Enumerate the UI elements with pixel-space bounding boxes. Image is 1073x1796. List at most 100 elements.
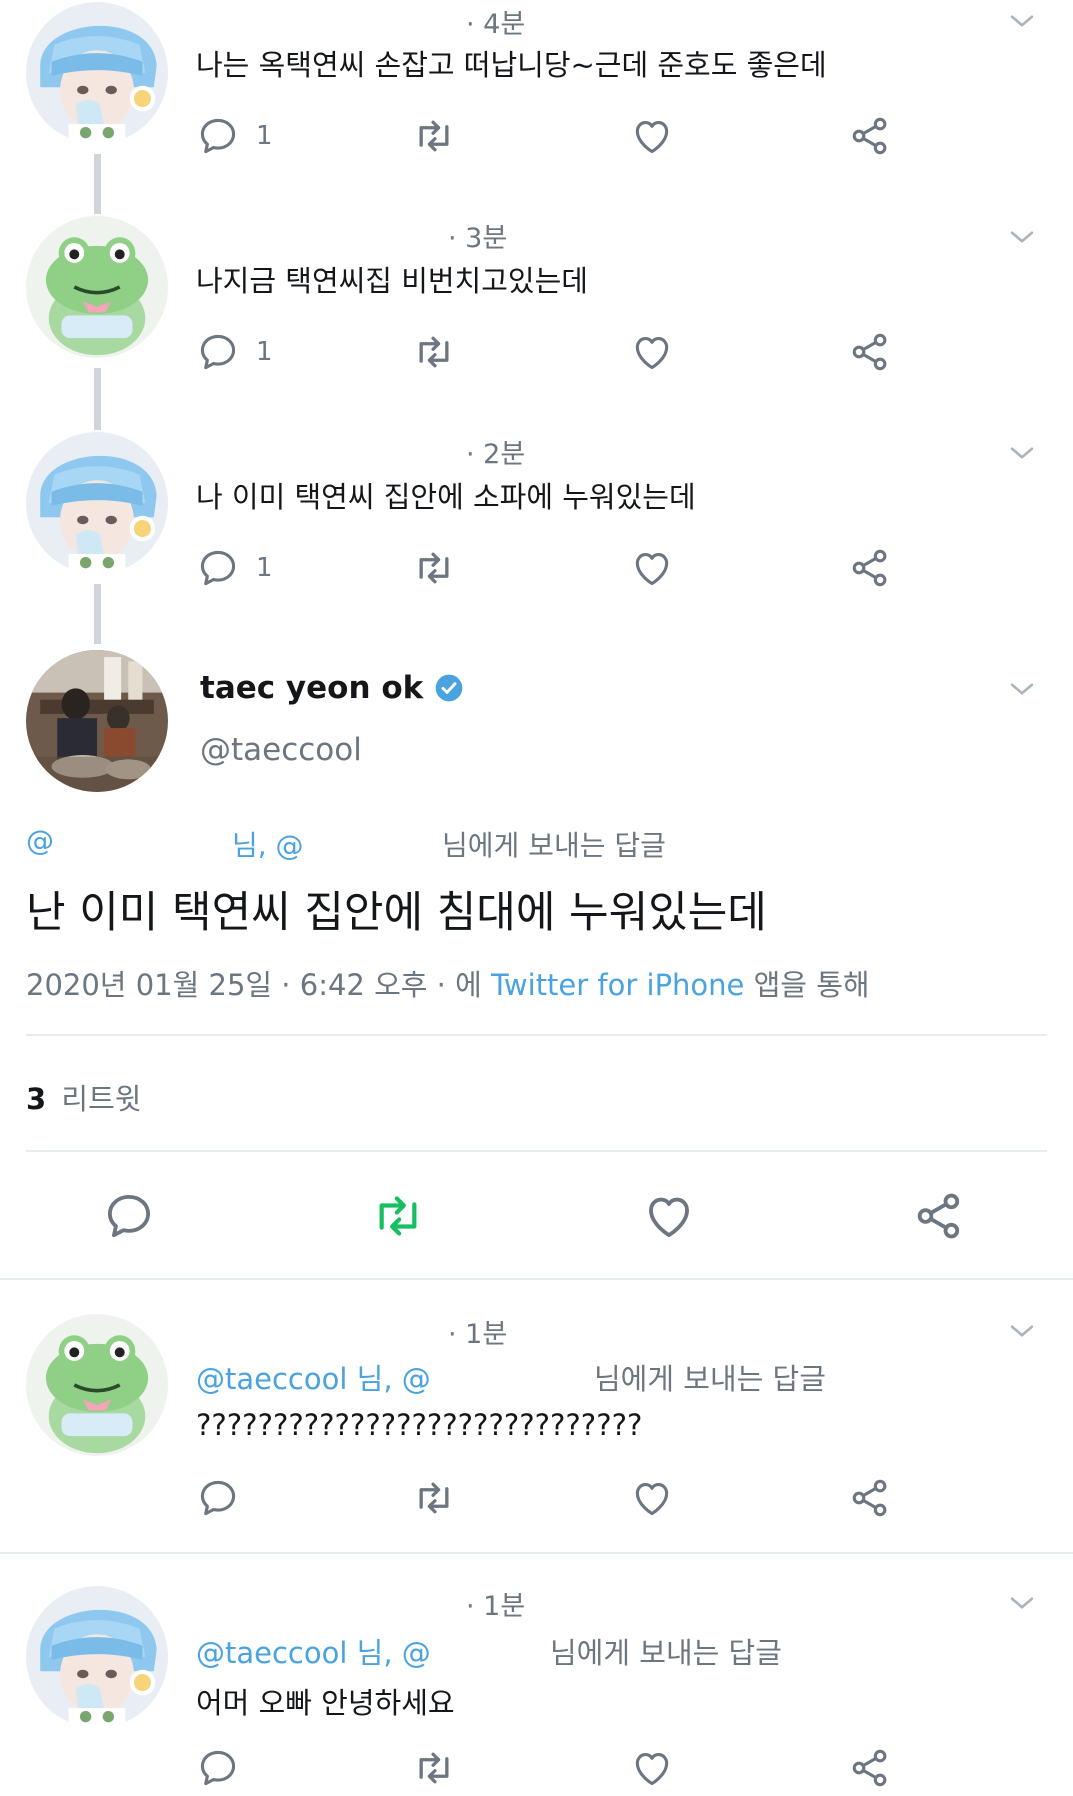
- share-icon: [912, 1189, 966, 1243]
- retweet-icon: [412, 1476, 456, 1520]
- like-button[interactable]: [630, 1740, 674, 1796]
- thread-line: [94, 368, 101, 430]
- like-button[interactable]: [630, 1470, 674, 1526]
- reply-button[interactable]: 1: [196, 540, 273, 596]
- action-row: 1: [196, 108, 916, 164]
- reply-button[interactable]: 1: [196, 108, 273, 164]
- reply-to-label: 님에게 보내는 답글: [442, 829, 666, 862]
- reply-to-line: @taeccool 님, @ 님에게 보내는 답글: [196, 1630, 1036, 1670]
- share-button[interactable]: [848, 108, 892, 164]
- retweet-button[interactable]: [412, 540, 456, 596]
- action-row: [196, 1740, 916, 1796]
- share-icon: [848, 330, 892, 374]
- client-suffix: 앱을 통해: [744, 968, 870, 1002]
- retweet-button[interactable]: [412, 1470, 456, 1526]
- avatar[interactable]: [26, 1586, 168, 1728]
- reply-to-mention[interactable]: @taeccool 님, @: [196, 1636, 431, 1670]
- tweet-time: · 3분: [448, 223, 508, 254]
- share-button[interactable]: [848, 540, 892, 596]
- tweet-time: · 1분: [466, 1591, 526, 1622]
- retweet-icon: [412, 114, 456, 158]
- verified-badge-icon: [435, 674, 463, 702]
- reply-button[interactable]: [196, 1740, 240, 1796]
- tweet-meta: 2020년 01월 25일 · 6:42 오후 · 에 Twitter for …: [26, 962, 870, 1004]
- share-button[interactable]: [848, 1740, 892, 1796]
- share-button[interactable]: [912, 1188, 966, 1244]
- avatar[interactable]: [26, 650, 168, 792]
- share-button[interactable]: [848, 324, 892, 380]
- chevron-down-icon[interactable]: [1005, 4, 1039, 38]
- action-row: 1: [196, 540, 916, 596]
- tweet-text: 나 이미 택연씨 집안에 소파에 누워있는데: [196, 480, 696, 514]
- tweet-text: 나는 옥택연씨 손잡고 떠납니당~근데 준호도 좋은데: [196, 48, 827, 82]
- reply-button[interactable]: [196, 1470, 240, 1526]
- retweet-stats[interactable]: 3 리트윗: [26, 1076, 141, 1118]
- display-name: taec yeon ok: [200, 670, 424, 706]
- reply-to-label: 님에게 보내는 답글: [550, 1636, 782, 1670]
- timestamp: 2020년 01월 25일 · 6:42 오후 · 에: [26, 968, 491, 1002]
- reply-button[interactable]: [102, 1188, 156, 1244]
- reply-count: 1: [256, 121, 273, 151]
- like-button[interactable]: [642, 1188, 696, 1244]
- heart-icon: [630, 1746, 674, 1790]
- share-icon: [848, 1476, 892, 1520]
- retweet-button[interactable]: [370, 1188, 426, 1244]
- reply-icon: [196, 114, 240, 158]
- retweet-count: 3: [26, 1082, 47, 1116]
- reply-button[interactable]: 1: [196, 324, 273, 380]
- retweet-icon: [412, 1746, 456, 1790]
- divider: [0, 1552, 1073, 1554]
- share-icon: [848, 114, 892, 158]
- like-button[interactable]: [630, 108, 674, 164]
- tweet-time: · 1분: [448, 1319, 508, 1350]
- reply-icon: [196, 1476, 240, 1520]
- chevron-down-icon[interactable]: [1005, 436, 1039, 470]
- share-icon: [848, 1746, 892, 1790]
- reply-to-line: @taeccool 님, @ 님에게 보내는 답글: [196, 1356, 1036, 1396]
- author-name-row[interactable]: taec yeon ok: [200, 670, 465, 706]
- main-tweet-text: 난 이미 택연씨 집안에 침대에 누워있는데: [26, 888, 767, 938]
- chevron-down-icon[interactable]: [1005, 1314, 1039, 1348]
- thread-line: [94, 154, 101, 214]
- divider: [26, 1150, 1047, 1152]
- chevron-down-icon[interactable]: [1005, 220, 1039, 254]
- like-button[interactable]: [630, 324, 674, 380]
- handle[interactable]: @taeccool: [200, 732, 362, 768]
- heart-icon: [630, 330, 674, 374]
- reply-to-mention[interactable]: 님, @: [232, 824, 304, 864]
- retweet-icon: [412, 330, 456, 374]
- tweet-text: 어머 오빠 안녕하세요: [196, 1686, 455, 1720]
- avatar[interactable]: [26, 2, 168, 144]
- client-link[interactable]: Twitter for iPhone: [491, 968, 744, 1002]
- retweet-icon: [412, 546, 456, 590]
- reply-icon: [196, 1746, 240, 1790]
- avatar[interactable]: [26, 216, 168, 358]
- reply-count: 1: [256, 337, 273, 367]
- reply-icon: [196, 330, 240, 374]
- share-button[interactable]: [848, 1470, 892, 1526]
- reply-count: 1: [256, 553, 273, 583]
- action-row: [196, 1470, 916, 1526]
- retweet-button[interactable]: [412, 108, 456, 164]
- retweet-button[interactable]: [412, 324, 456, 380]
- retweet-button[interactable]: [412, 1740, 456, 1796]
- avatar[interactable]: [26, 432, 168, 574]
- chevron-down-icon[interactable]: [1005, 1586, 1039, 1620]
- reply-icon: [102, 1189, 156, 1243]
- tweet-time: · 4분: [466, 9, 526, 40]
- thread-line: [94, 584, 101, 644]
- reply-to-mention[interactable]: @taeccool 님, @: [196, 1362, 431, 1396]
- reply-icon: [196, 546, 240, 590]
- retweet-icon: [370, 1188, 426, 1244]
- reply-to-label: 님에게 보내는 답글: [594, 1362, 826, 1396]
- like-button[interactable]: [630, 540, 674, 596]
- tweet-text: 나지금 택연씨집 비번치고있는데: [196, 264, 588, 298]
- reply-to-mention[interactable]: @: [26, 824, 54, 857]
- heart-icon: [630, 114, 674, 158]
- avatar[interactable]: [26, 1314, 168, 1456]
- reply-to-line: @ 님, @ 님에게 보내는 답글: [26, 824, 666, 862]
- main-action-bar: [0, 1188, 1073, 1248]
- chevron-down-icon[interactable]: [1005, 672, 1039, 706]
- tweet-time: · 2분: [466, 439, 526, 470]
- share-icon: [848, 546, 892, 590]
